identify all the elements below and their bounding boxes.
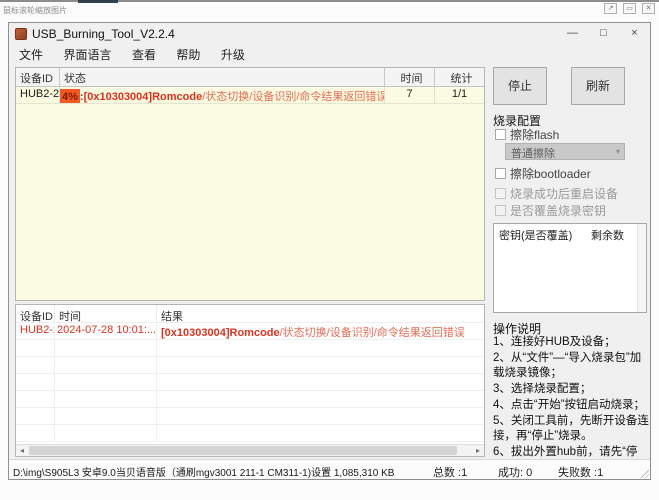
instructions-list: 1、连接好HUB及设备； 2、从“文件”—“导入烧录包”加载烧录镜像； 3、选择…: [493, 335, 651, 476]
col-time[interactable]: 时间: [385, 68, 435, 86]
screenshot-root: 鼠标滚轮缩放图片 ↗ ▭ ✕ USB_Burning_Tool_V2.2.4 —…: [0, 0, 659, 500]
status-cell: 4%:[0x10303004]Romcode/状态切换/设备识别/命令结果返回错…: [60, 87, 385, 103]
empty-row: [16, 357, 484, 374]
col-result[interactable]: 结果: [157, 305, 484, 323]
success-count: 成功: 0: [498, 464, 532, 480]
device-table-header: 设备ID 状态 时间 统计: [16, 68, 484, 87]
erase-bootloader-checkbox[interactable]: [495, 168, 506, 179]
resize-grip[interactable]: [639, 468, 649, 478]
maximize-button[interactable]: □: [588, 23, 619, 45]
minimize-button[interactable]: —: [557, 23, 588, 45]
reboot-after-label: 烧录成功后重启设备: [510, 185, 618, 202]
status-error-detail: /状态切换/设备识别/命令结果返回错误: [202, 91, 385, 103]
firmware-path: D:\img\S905L3 安卓9.0当贝语音版（通刷mgv3001 211-1…: [13, 464, 394, 479]
total-count: 总数 :1: [433, 464, 467, 480]
window-title: USB_Burning_Tool_V2.2.4: [32, 27, 175, 41]
result-text: [0x10303004]Romcode/状态切换/设备识别/命令结果返回错误: [157, 323, 484, 340]
viewer-controls: ↗ ▭ ✕: [604, 3, 655, 14]
result-error-detail: /状态切换/设备识别/命令结果返回错误: [280, 327, 465, 339]
result-time: 2024-07-28 10:01:...: [55, 323, 157, 340]
result-device-id: HUB2-2: [16, 323, 55, 340]
instruction-step: 1、连接好HUB及设备；: [493, 335, 651, 350]
empty-row: [16, 425, 484, 442]
reboot-after-option[interactable]: 烧录成功后重启设备: [495, 186, 618, 200]
erase-flash-label: 擦除flash: [510, 126, 559, 143]
title-bar: USB_Burning_Tool_V2.2.4 — □ ×: [9, 23, 650, 45]
erase-bootloader-option[interactable]: 擦除bootloader: [495, 166, 591, 180]
menu-upgrade[interactable]: 升级: [221, 45, 245, 65]
scroll-right-icon[interactable]: ▸: [472, 445, 484, 456]
col-device-id[interactable]: 设备ID: [16, 305, 55, 323]
failed-count: 失败数 :1: [558, 464, 603, 480]
erase-flash-checkbox[interactable]: [495, 129, 506, 140]
empty-row: [16, 408, 484, 425]
chevron-down-icon: ▾: [616, 147, 620, 156]
empty-row: [16, 391, 484, 408]
menu-help[interactable]: 帮助: [176, 45, 200, 65]
scroll-left-icon[interactable]: ◂: [16, 445, 28, 456]
device-table-row[interactable]: HUB2-2 4%:[0x10303004]Romcode/状态切换/设备识别/…: [16, 87, 484, 104]
viewer-tab-indicator: [78, 0, 118, 3]
instruction-step: 5、关闭工具前，先断开设备连接，再“停止”烧录。: [493, 414, 651, 444]
status-bar: D:\img\S905L3 安卓9.0当贝语音版（通刷mgv3001 211-1…: [9, 459, 650, 479]
erase-mode-select[interactable]: 普通擦除 ▾: [505, 143, 625, 160]
menu-view[interactable]: 查看: [132, 45, 156, 65]
empty-row: [16, 374, 484, 391]
stat-cell: 1/1: [435, 87, 484, 103]
stop-button[interactable]: 停止: [493, 67, 547, 105]
result-error-code: [0x10303004]Romcode: [161, 327, 280, 339]
result-log-table: 设备ID 时间 结果 HUB2-2 2024-07-28 10:01:... […: [15, 304, 485, 457]
col-time[interactable]: 时间: [55, 305, 157, 323]
col-device-id[interactable]: 设备ID: [16, 68, 60, 86]
col-status[interactable]: 状态: [60, 68, 385, 86]
menu-bar: 文件 界面语言 查看 帮助 升级: [9, 45, 650, 65]
time-cell: 7: [385, 87, 435, 103]
progress-badge: 4%: [60, 89, 80, 103]
minimize-box-icon[interactable]: ▭: [623, 3, 636, 14]
window-controls: — □ ×: [557, 23, 650, 45]
key-table-scrollbar[interactable]: [637, 224, 646, 312]
result-table-row[interactable]: HUB2-2 2024-07-28 10:01:... [0x10303004]…: [16, 323, 484, 340]
result-table-header: 设备ID 时间 结果: [16, 305, 484, 323]
col-stat[interactable]: 统计: [435, 68, 484, 86]
empty-row: [16, 340, 484, 357]
horizontal-scrollbar[interactable]: ◂ ▸: [16, 444, 484, 456]
instruction-step: 3、选择烧录配置；: [493, 382, 651, 397]
menu-file[interactable]: 文件: [19, 45, 43, 65]
refresh-button[interactable]: 刷新: [571, 67, 625, 105]
instruction-step: 4、点击“开始”按钮启动烧录；: [493, 398, 651, 413]
overwrite-key-label: 是否覆盖烧录密钥: [510, 202, 606, 219]
overwrite-key-option[interactable]: 是否覆盖烧录密钥: [495, 203, 606, 217]
erase-mode-value: 普通擦除: [511, 148, 555, 160]
close-box-icon[interactable]: ✕: [642, 3, 655, 14]
menu-language[interactable]: 界面语言: [63, 45, 111, 65]
app-icon: [15, 28, 27, 40]
erase-flash-option[interactable]: 擦除flash: [495, 127, 559, 141]
close-button[interactable]: ×: [619, 23, 650, 45]
instruction-step: 2、从“文件”—“导入烧录包”加载烧录镜像；: [493, 351, 651, 381]
key-table: 密钥(是否覆盖) 剩余数: [493, 223, 647, 313]
col-key-overwrite[interactable]: 密钥(是否覆盖): [494, 224, 586, 242]
viewer-caption: 鼠标滚轮缩放图片: [3, 5, 67, 16]
erase-bootloader-label: 擦除bootloader: [510, 165, 591, 182]
status-error-code: :[0x10303004]Romcode: [80, 91, 202, 103]
device-id-cell: HUB2-2: [16, 87, 60, 103]
device-status-table: 设备ID 状态 时间 统计 HUB2-2 4%:[0x10303004]Romc…: [15, 67, 485, 301]
open-external-icon[interactable]: ↗: [604, 3, 617, 14]
overwrite-key-checkbox[interactable]: [495, 205, 506, 216]
scrollbar-thumb[interactable]: [29, 446, 457, 455]
key-table-header: 密钥(是否覆盖) 剩余数: [494, 224, 646, 242]
app-window: USB_Burning_Tool_V2.2.4 — □ × 文件 界面语言 查看…: [8, 22, 651, 480]
reboot-after-checkbox[interactable]: [495, 188, 506, 199]
